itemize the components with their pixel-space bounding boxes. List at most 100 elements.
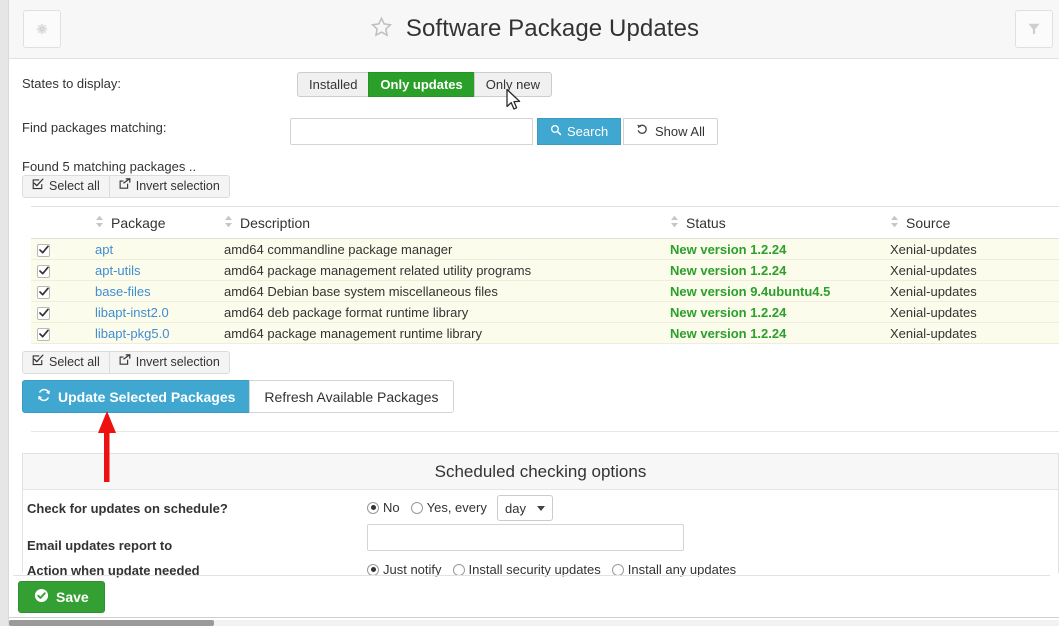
page-title: Software Package Updates: [405, 15, 700, 42]
radio-install-any[interactable]: [611, 563, 624, 576]
search-button-label: Search: [567, 124, 609, 139]
state-button-installed[interactable]: Installed: [297, 72, 370, 97]
select-all-label-top: Select all: [49, 179, 100, 193]
page-title-area: Software Package Updates: [9, 10, 1059, 48]
filter-button[interactable]: [1015, 10, 1053, 48]
save-label: Save: [56, 589, 89, 605]
row-status-cell: New version 1.2.24: [668, 301, 888, 323]
sort-icon-source[interactable]: [890, 215, 899, 231]
select-all-button-bottom[interactable]: Select all: [22, 351, 110, 374]
th-description[interactable]: Description: [218, 206, 668, 239]
row-checkbox-cell: [31, 259, 73, 281]
row-description-cell: amd64 package management related utility…: [218, 259, 668, 281]
row-package-cell: base-files: [73, 280, 218, 302]
row-package-cell: apt: [73, 238, 218, 260]
found-count-text: Found 5 matching packages ..: [22, 159, 197, 174]
row-checkbox[interactable]: [37, 327, 50, 341]
invert-selection-label-top: Invert selection: [135, 179, 220, 193]
check-square-icon: [32, 176, 44, 197]
check-schedule-radios[interactable]: No Yes, every: [367, 500, 498, 515]
check-schedule-option-no[interactable]: No: [367, 500, 400, 515]
refresh-available-packages-button[interactable]: Refresh Available Packages: [249, 380, 454, 413]
table-row: libapt-inst2.0 amd64 deb package format r…: [31, 301, 1059, 323]
th-source[interactable]: Source: [888, 206, 1059, 239]
radio-yes-every[interactable]: [410, 501, 423, 514]
row-checkbox-cell: [31, 301, 73, 323]
page-header: Software Package Updates: [9, 0, 1059, 59]
package-link[interactable]: apt-utils: [95, 263, 141, 278]
state-button-only-updates[interactable]: Only updates: [368, 72, 475, 97]
refresh-available-packages-label: Refresh Available Packages: [264, 388, 439, 405]
row-status-cell: New version 1.2.24: [668, 259, 888, 281]
package-link[interactable]: apt: [95, 242, 113, 257]
radio-no[interactable]: [367, 501, 379, 514]
row-checkbox[interactable]: [37, 306, 50, 320]
package-actions-group[interactable]: Update Selected Packages Refresh Availab…: [22, 380, 454, 413]
row-checkbox[interactable]: [37, 264, 50, 278]
row-checkbox[interactable]: [37, 243, 50, 257]
package-link[interactable]: libapt-inst2.0: [95, 305, 169, 320]
horizontal-scrollbar-thumb[interactable]: [9, 620, 214, 626]
row-source-cell: Xenial-updates: [888, 238, 1059, 260]
save-button[interactable]: Save: [18, 581, 105, 613]
interval-select[interactable]: day: [497, 495, 553, 521]
state-button-only-new[interactable]: Only new: [473, 72, 552, 97]
sort-icon-status[interactable]: [670, 215, 679, 231]
check-square-icon: [32, 352, 44, 373]
table-row: apt-utils amd64 package management relate…: [31, 259, 1059, 281]
scheduled-checking-title: Scheduled checking options: [434, 461, 647, 481]
status-badge: New version 1.2.24: [670, 262, 787, 278]
update-selected-packages-label: Update Selected Packages: [58, 388, 236, 405]
selection-toolbar-bottom[interactable]: Select all Invert selection: [22, 351, 230, 374]
sort-icon-package[interactable]: [95, 215, 104, 231]
search-button[interactable]: Search: [537, 118, 622, 145]
row-description-cell: amd64 Debian base system miscellaneous f…: [218, 280, 668, 302]
check-schedule-option-yes[interactable]: Yes, every: [410, 500, 487, 515]
row-status-cell: New version 9.4ubuntu4.5: [668, 280, 888, 302]
email-report-input[interactable]: [367, 524, 684, 551]
packages-table: Package Description Status Source apt am…: [31, 206, 1059, 344]
row-source-cell: Xenial-updates: [888, 280, 1059, 302]
th-package-label: Package: [111, 214, 166, 231]
status-badge: New version 1.2.24: [670, 325, 787, 341]
selection-toolbar-top[interactable]: Select all Invert selection: [22, 175, 230, 198]
share-icon: [119, 176, 131, 197]
undo-icon: [636, 119, 649, 144]
radio-install-security[interactable]: [452, 563, 465, 576]
row-source-cell: Xenial-updates: [888, 301, 1059, 323]
row-description-cell: amd64 package management runtime library: [218, 322, 668, 344]
sort-icon-description[interactable]: [224, 215, 233, 231]
radio-just-notify[interactable]: [367, 563, 379, 576]
page-root: Software Package Updates States to displ…: [0, 0, 1059, 626]
table-header-row: Package Description Status Source: [31, 206, 1059, 239]
check-schedule-label: Check for updates on schedule?: [27, 501, 228, 516]
refresh-icon: [37, 388, 51, 405]
update-selected-packages-button[interactable]: Update Selected Packages: [22, 380, 251, 413]
select-all-label-bottom: Select all: [49, 355, 100, 369]
page-body: States to display: Installed Only update…: [9, 59, 1059, 617]
status-badge: New version 9.4ubuntu4.5: [670, 283, 831, 299]
row-checkbox-cell: [31, 238, 73, 260]
scheduled-checking-header: Scheduled checking options: [23, 454, 1058, 490]
email-report-label: Email updates report to: [27, 538, 173, 553]
star-icon[interactable]: [369, 15, 394, 43]
invert-selection-button-bottom[interactable]: Invert selection: [108, 351, 230, 374]
package-link[interactable]: libapt-pkg5.0: [95, 326, 169, 341]
status-badge: New version 1.2.24: [670, 304, 787, 320]
share-icon: [119, 352, 131, 373]
check-circle-icon: [34, 588, 49, 606]
th-package[interactable]: Package: [73, 206, 218, 239]
row-description-cell: amd64 deb package format runtime library: [218, 301, 668, 323]
row-source-cell: Xenial-updates: [888, 259, 1059, 281]
th-checkbox: [31, 206, 73, 239]
invert-selection-button-top[interactable]: Invert selection: [108, 175, 230, 198]
search-input[interactable]: [290, 118, 533, 145]
package-link[interactable]: base-files: [95, 284, 151, 299]
th-description-label: Description: [240, 214, 311, 231]
row-checkbox[interactable]: [37, 285, 50, 299]
row-checkbox-cell: [31, 322, 73, 344]
select-all-button-top[interactable]: Select all: [22, 175, 110, 198]
show-all-button[interactable]: Show All: [623, 118, 718, 145]
state-filter-group[interactable]: Installed Only updates Only new: [297, 72, 552, 97]
th-status[interactable]: Status: [668, 206, 888, 239]
